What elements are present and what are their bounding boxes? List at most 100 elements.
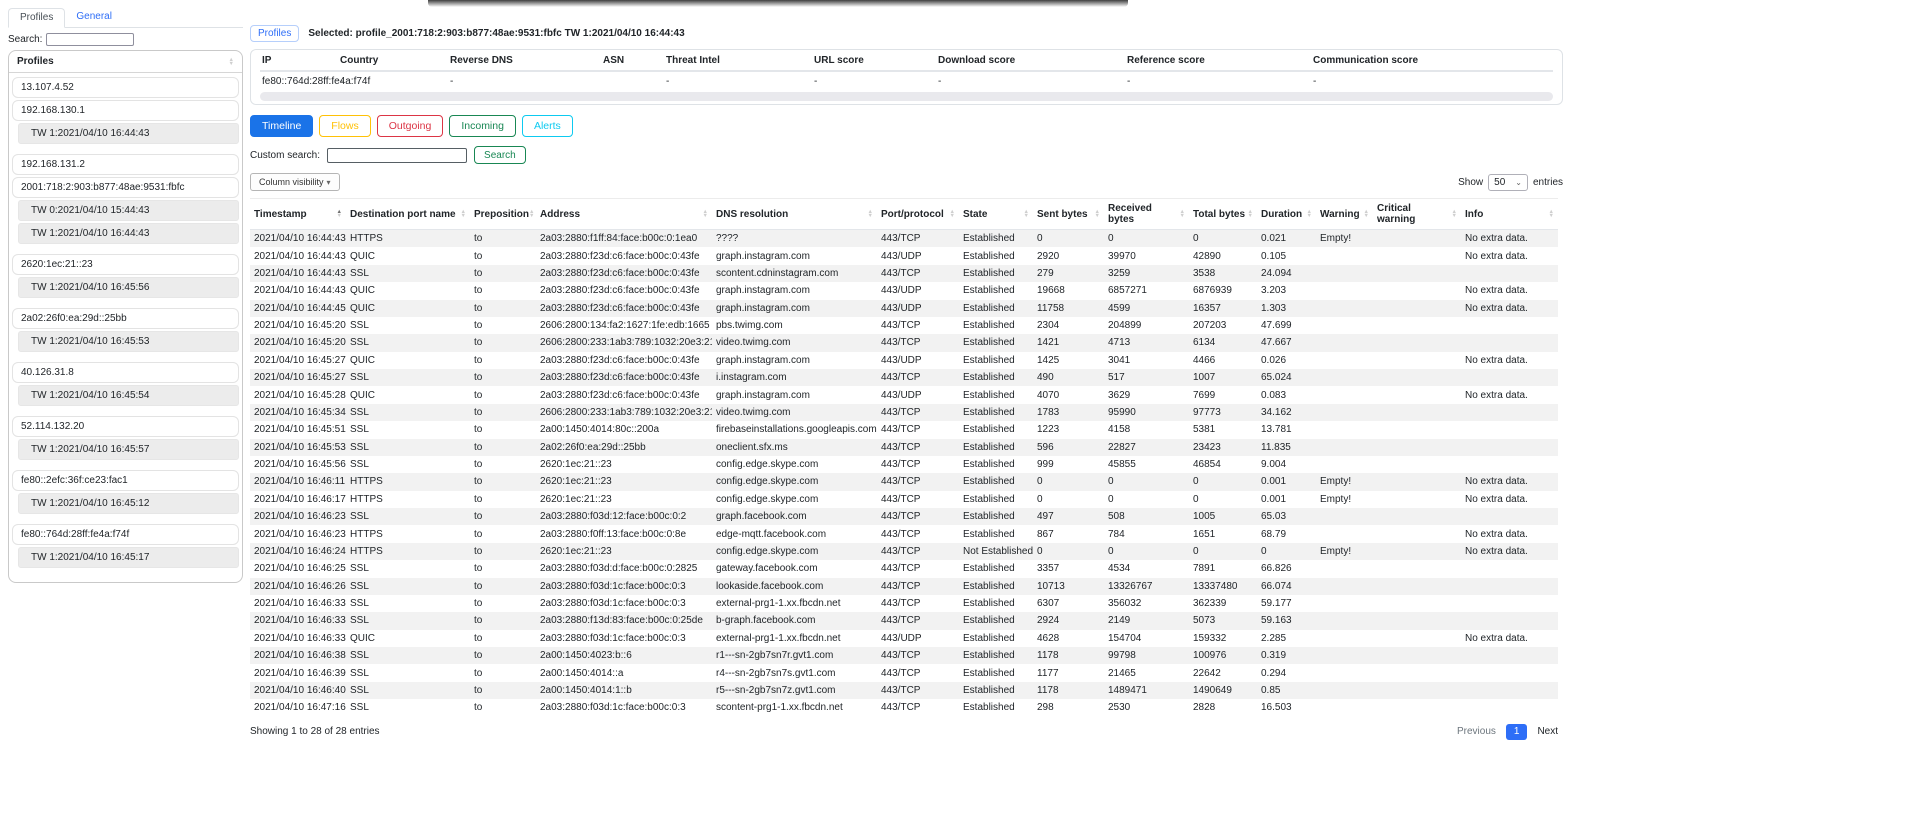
table-row[interactable]: 2021/04/10 16:45:28QUICto2a03:2880:f23d:…: [250, 386, 1558, 403]
pagination-next[interactable]: Next: [1537, 726, 1558, 737]
table-row[interactable]: 2021/04/10 16:46:33SSLto2a03:2880:f13d:8…: [250, 612, 1558, 629]
sort-icon[interactable]: ▲▼: [337, 210, 342, 218]
table-cell: 2021/04/10 16:45:20: [250, 334, 346, 351]
table-row[interactable]: 2021/04/10 16:46:26SSLto2a03:2880:f03d:1…: [250, 578, 1558, 595]
sidebar-search-input[interactable]: [46, 33, 134, 46]
tab-outgoing[interactable]: Outgoing: [377, 115, 444, 137]
profile-item[interactable]: 2620:1ec:21::23: [12, 254, 239, 275]
table-row[interactable]: 2021/04/10 16:46:11HTTPSto2620:1ec:21::2…: [250, 473, 1558, 490]
sort-icon[interactable]: ▲▼: [1307, 210, 1312, 218]
pagination-page-1[interactable]: 1: [1506, 724, 1528, 740]
profile-item[interactable]: 2a02:26f0:ea:29d::25bb: [12, 308, 239, 329]
table-row[interactable]: 2021/04/10 16:46:23HTTPSto2a03:2880:f0ff…: [250, 525, 1558, 542]
pagination-previous[interactable]: Previous: [1457, 726, 1496, 737]
timewindow-item[interactable]: TW 1:2021/04/10 16:45:12: [18, 493, 239, 514]
sort-icon[interactable]: ▲▼: [529, 210, 534, 218]
table-row[interactable]: 2021/04/10 16:46:25SSLto2a03:2880:f03d:d…: [250, 560, 1558, 577]
timewindow-item[interactable]: TW 1:2021/04/10 16:45:53: [18, 331, 239, 352]
column-visibility-button[interactable]: Column visibility▾: [250, 173, 340, 191]
timewindow-item[interactable]: TW 1:2021/04/10 16:45:17: [18, 547, 239, 568]
flow-column-header[interactable]: Destination port name▲▼: [346, 199, 470, 230]
timewindow-item[interactable]: TW 1:2021/04/10 16:45:54: [18, 385, 239, 406]
profiles-card-header[interactable]: Profiles ▲▼: [9, 51, 242, 73]
table-row[interactable]: 2021/04/10 16:45:51SSLto2a00:1450:4014:8…: [250, 421, 1558, 438]
table-row[interactable]: 2021/04/10 16:44:45QUICto2a03:2880:f23d:…: [250, 300, 1558, 317]
profile-item[interactable]: 52.114.132.20: [12, 416, 239, 437]
table-row[interactable]: 2021/04/10 16:45:20SSLto2606:2800:134:fa…: [250, 317, 1558, 334]
table-cell: 443/TCP: [877, 578, 959, 595]
profile-item[interactable]: fe80::764d:28ff:fe4a:f74f: [12, 524, 239, 545]
sort-icon[interactable]: ▲▼: [1248, 210, 1253, 218]
table-row[interactable]: 2021/04/10 16:45:27QUICto2a03:2880:f23d:…: [250, 352, 1558, 369]
flow-column-header[interactable]: Sent bytes▲▼: [1033, 199, 1104, 230]
flow-column-header[interactable]: Address▲▼: [536, 199, 712, 230]
search-button[interactable]: Search: [474, 146, 526, 164]
profile-item[interactable]: 40.126.31.8: [12, 362, 239, 383]
tab-incoming[interactable]: Incoming: [449, 115, 516, 137]
custom-search-input[interactable]: [327, 148, 467, 163]
sort-icon[interactable]: ▲▼: [703, 210, 708, 218]
table-row[interactable]: 2021/04/10 16:46:39SSLto2a00:1450:4014::…: [250, 664, 1558, 681]
horizontal-scrollbar[interactable]: [260, 92, 1553, 101]
sort-icon[interactable]: ▲▼: [1452, 210, 1457, 218]
flow-column-header[interactable]: Total bytes▲▼: [1189, 199, 1257, 230]
flow-column-header[interactable]: DNS resolution▲▼: [712, 199, 877, 230]
flow-column-header[interactable]: Critical warning▲▼: [1373, 199, 1461, 230]
table-row[interactable]: 2021/04/10 16:46:24HTTPSto2620:1ec:21::2…: [250, 543, 1558, 560]
tab-general[interactable]: General: [65, 8, 123, 27]
table-cell: 3357: [1033, 560, 1104, 577]
sort-icon[interactable]: ▲▼: [868, 210, 873, 218]
timewindow-item[interactable]: TW 1:2021/04/10 16:44:43: [18, 223, 239, 244]
flow-column-header[interactable]: Timestamp▲▼: [250, 199, 346, 230]
tab-flows[interactable]: Flows: [319, 115, 370, 137]
table-row[interactable]: 2021/04/10 16:46:40SSLto2a00:1450:4014:1…: [250, 682, 1558, 699]
profile-item[interactable]: 192.168.130.1: [12, 100, 239, 121]
table-cell: 2a03:2880:f03d:1c:face:b00c:0:3: [536, 630, 712, 647]
flow-column-header[interactable]: Preposition▲▼: [470, 199, 536, 230]
flow-column-header[interactable]: State▲▼: [959, 199, 1033, 230]
table-row[interactable]: 2021/04/10 16:46:33QUICto2a03:2880:f03d:…: [250, 630, 1558, 647]
sort-icon[interactable]: ▲▼: [1364, 210, 1369, 218]
sort-icon[interactable]: ▲▼: [1180, 210, 1185, 218]
table-row[interactable]: 2021/04/10 16:46:23SSLto2a03:2880:f03d:1…: [250, 508, 1558, 525]
sort-icon[interactable]: ▲▼: [1095, 210, 1100, 218]
table-row[interactable]: 2021/04/10 16:47:16SSLto2a03:2880:f03d:1…: [250, 699, 1558, 716]
profile-item[interactable]: 13.107.4.52: [12, 77, 239, 98]
table-cell: [1373, 282, 1461, 299]
profile-item[interactable]: fe80::2efc:36f:ce23:fac1: [12, 470, 239, 491]
flow-column-header[interactable]: Port/protocol▲▼: [877, 199, 959, 230]
table-row[interactable]: 2021/04/10 16:45:56SSLto2620:1ec:21::23c…: [250, 456, 1558, 473]
table-cell: [1316, 560, 1373, 577]
profile-item[interactable]: 192.168.131.2: [12, 154, 239, 175]
flow-column-header[interactable]: Received bytes▲▼: [1104, 199, 1189, 230]
sort-icon[interactable]: ▲▼: [950, 210, 955, 218]
timewindow-item[interactable]: TW 1:2021/04/10 16:44:43: [18, 123, 239, 144]
profiles-badge-button[interactable]: Profiles: [250, 25, 299, 42]
table-row[interactable]: 2021/04/10 16:44:43HTTPSto2a03:2880:f1ff…: [250, 230, 1558, 248]
sort-icon[interactable]: ▲▼: [1024, 210, 1029, 218]
tab-profiles[interactable]: Profiles: [8, 8, 65, 28]
flow-column-header[interactable]: Info▲▼: [1461, 199, 1558, 230]
table-row[interactable]: 2021/04/10 16:46:33SSLto2a03:2880:f03d:1…: [250, 595, 1558, 612]
profile-item[interactable]: 2001:718:2:903:b877:48ae:9531:fbfc: [12, 177, 239, 198]
timewindow-item[interactable]: TW 1:2021/04/10 16:45:56: [18, 277, 239, 298]
tab-timeline[interactable]: Timeline: [250, 115, 313, 137]
table-row[interactable]: 2021/04/10 16:46:38SSLto2a00:1450:4023:b…: [250, 647, 1558, 664]
table-row[interactable]: 2021/04/10 16:44:43QUICto2a03:2880:f23d:…: [250, 247, 1558, 264]
timewindow-item[interactable]: TW 0:2021/04/10 15:44:43: [18, 200, 239, 221]
table-row[interactable]: 2021/04/10 16:45:20SSLto2606:2800:233:1a…: [250, 334, 1558, 351]
sort-icon[interactable]: ▲▼: [1549, 210, 1554, 218]
table-row[interactable]: 2021/04/10 16:45:34SSLto2606:2800:233:1a…: [250, 404, 1558, 421]
sort-icon[interactable]: ▲▼: [229, 58, 234, 66]
table-row[interactable]: 2021/04/10 16:44:43SSLto2a03:2880:f23d:c…: [250, 265, 1558, 282]
table-row[interactable]: 2021/04/10 16:45:27SSLto2a03:2880:f23d:c…: [250, 369, 1558, 386]
tab-alerts[interactable]: Alerts: [522, 115, 573, 137]
timewindow-item[interactable]: TW 1:2021/04/10 16:45:57: [18, 439, 239, 460]
table-row[interactable]: 2021/04/10 16:44:43QUICto2a03:2880:f23d:…: [250, 282, 1558, 299]
table-row[interactable]: 2021/04/10 16:45:53SSLto2a02:26f0:ea:29d…: [250, 439, 1558, 456]
flow-column-header[interactable]: Warning▲▼: [1316, 199, 1373, 230]
flow-column-header[interactable]: Duration▲▼: [1257, 199, 1316, 230]
table-row[interactable]: 2021/04/10 16:46:17HTTPSto2620:1ec:21::2…: [250, 491, 1558, 508]
page-length-select[interactable]: 50⌄: [1488, 174, 1528, 191]
sort-icon[interactable]: ▲▼: [461, 210, 466, 218]
